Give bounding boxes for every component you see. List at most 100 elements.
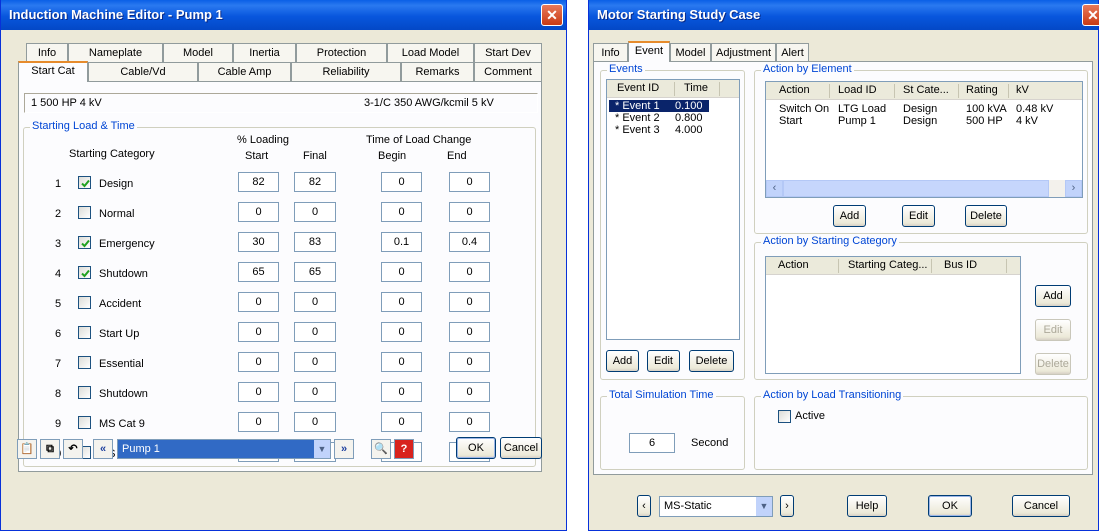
event-add-button[interactable]: Add [606, 350, 639, 372]
tab-start-dev[interactable]: Start Dev [474, 43, 542, 62]
tab-inertia[interactable]: Inertia [233, 43, 296, 62]
category-actions-list[interactable]: Action Starting Categ... Bus ID [765, 256, 1021, 374]
right-ok-button[interactable]: OK [928, 495, 972, 517]
load-final-input[interactable]: 65 [294, 262, 336, 282]
load-final-input[interactable]: 83 [294, 232, 336, 252]
next-case-button[interactable]: › [780, 495, 794, 517]
study-case-select[interactable]: MS-Static ▼ [659, 496, 773, 517]
load-final-input[interactable]: 0 [294, 322, 336, 342]
undo-icon[interactable]: ↶ [63, 439, 83, 459]
event-delete-button[interactable]: Delete [689, 350, 734, 372]
category-checkbox[interactable] [78, 266, 91, 279]
help-icon[interactable]: ? [394, 439, 414, 459]
time-end-input[interactable]: 0 [449, 412, 490, 432]
event-edit-button[interactable]: Edit [647, 350, 680, 372]
category-add-button[interactable]: Add [1035, 285, 1071, 307]
time-begin-input[interactable]: 0 [381, 262, 422, 282]
tab-study-model[interactable]: Model [670, 43, 711, 62]
element-actions-list[interactable]: Action Load ID St Cate... Rating kV Swit… [765, 81, 1083, 198]
tab-comment[interactable]: Comment [474, 62, 542, 81]
load-final-input[interactable]: 0 [294, 412, 336, 432]
element-action-row[interactable]: Switch On LTG Load Design 100 kVA 0.48 kV [766, 103, 1066, 115]
tab-model[interactable]: Model [163, 43, 233, 62]
next-record-icon[interactable]: » [334, 439, 354, 459]
category-checkbox[interactable] [78, 206, 91, 219]
category-checkbox[interactable] [78, 296, 91, 309]
time-begin-input[interactable]: 0 [381, 352, 422, 372]
load-start-input[interactable]: 0 [238, 202, 279, 222]
tab-study-info[interactable]: Info [593, 43, 628, 62]
chevron-down-icon[interactable]: ▼ [756, 497, 772, 516]
element-edit-button[interactable]: Edit [902, 205, 935, 227]
time-end-input[interactable]: 0 [449, 262, 490, 282]
simulation-time-input[interactable]: 6 [629, 433, 675, 453]
left-cancel-button[interactable]: Cancel [500, 437, 542, 459]
load-start-input[interactable]: 0 [238, 412, 279, 432]
time-begin-input[interactable]: 0 [381, 172, 422, 192]
time-begin-input[interactable]: 0.1 [381, 232, 422, 252]
right-cancel-button[interactable]: Cancel [1012, 495, 1070, 517]
category-checkbox[interactable] [78, 386, 91, 399]
element-action-row[interactable]: Start Pump 1 Design 500 HP 4 kV [766, 115, 1066, 127]
time-end-input[interactable]: 0 [449, 382, 490, 402]
tab-load-model[interactable]: Load Model [387, 43, 474, 62]
load-start-input[interactable]: 0 [238, 322, 279, 342]
scroll-right-icon[interactable]: › [1065, 180, 1082, 197]
events-list[interactable]: Event ID Time * Event 1 0.100 * Event 2 0.8… [606, 79, 740, 340]
element-delete-button[interactable]: Delete [965, 205, 1007, 227]
load-start-input[interactable]: 65 [238, 262, 279, 282]
time-end-input[interactable]: 0.4 [449, 232, 490, 252]
prev-case-button[interactable]: ‹ [637, 495, 651, 517]
time-end-input[interactable]: 0 [449, 172, 490, 192]
left-ok-button[interactable]: OK [456, 437, 496, 459]
scroll-thumb[interactable] [783, 180, 1049, 197]
record-select[interactable]: Pump 1 ▼ [117, 439, 331, 459]
category-checkbox[interactable] [78, 236, 91, 249]
category-checkbox[interactable] [78, 356, 91, 369]
load-final-input[interactable]: 0 [294, 352, 336, 372]
tab-start-cat[interactable]: Start Cat [18, 61, 88, 82]
horizontal-scrollbar[interactable]: ‹ › [766, 180, 1082, 197]
tab-event[interactable]: Event [628, 41, 670, 62]
category-delete-button[interactable]: Delete [1035, 353, 1071, 375]
tab-protection[interactable]: Protection [296, 43, 387, 62]
element-add-button[interactable]: Add [833, 205, 866, 227]
copy-icon[interactable]: ⧉ [40, 439, 60, 459]
category-checkbox[interactable] [78, 176, 91, 189]
tab-alert[interactable]: Alert [776, 43, 809, 62]
tab-reliability[interactable]: Reliability [291, 62, 401, 81]
load-final-input[interactable]: 82 [294, 172, 336, 192]
paste-icon[interactable]: 📋 [17, 439, 37, 459]
event-row[interactable]: * Event 2 0.800 [609, 112, 709, 124]
event-row[interactable]: * Event 3 4.000 [609, 124, 709, 136]
time-end-input[interactable]: 0 [449, 322, 490, 342]
tab-adjustment[interactable]: Adjustment [711, 43, 776, 62]
right-close-icon[interactable]: ✕ [1082, 4, 1099, 26]
load-start-input[interactable]: 0 [238, 382, 279, 402]
time-end-input[interactable]: 0 [449, 292, 490, 312]
tab-cable-vd[interactable]: Cable/Vd [88, 62, 198, 81]
category-edit-button[interactable]: Edit [1035, 319, 1071, 341]
tab-info[interactable]: Info [26, 43, 68, 62]
load-start-input[interactable]: 30 [238, 232, 279, 252]
help-button[interactable]: Help [847, 495, 887, 517]
time-begin-input[interactable]: 0 [381, 322, 422, 342]
event-row[interactable]: * Event 1 0.100 [609, 100, 709, 112]
time-begin-input[interactable]: 0 [381, 202, 422, 222]
time-begin-input[interactable]: 0 [381, 292, 422, 312]
load-final-input[interactable]: 0 [294, 382, 336, 402]
chevron-down-icon[interactable]: ▼ [314, 440, 330, 458]
tab-cable-amp[interactable]: Cable Amp [198, 62, 291, 81]
time-end-input[interactable]: 0 [449, 202, 490, 222]
time-end-input[interactable]: 0 [449, 352, 490, 372]
tab-remarks[interactable]: Remarks [401, 62, 474, 81]
load-final-input[interactable]: 0 [294, 292, 336, 312]
prev-record-icon[interactable]: « [93, 439, 113, 459]
active-checkbox[interactable] [778, 410, 791, 423]
load-final-input[interactable]: 0 [294, 202, 336, 222]
left-close-icon[interactable]: ✕ [541, 4, 563, 26]
load-start-input[interactable]: 0 [238, 292, 279, 312]
time-begin-input[interactable]: 0 [381, 382, 422, 402]
scroll-left-icon[interactable]: ‹ [766, 180, 783, 197]
load-start-input[interactable]: 82 [238, 172, 279, 192]
